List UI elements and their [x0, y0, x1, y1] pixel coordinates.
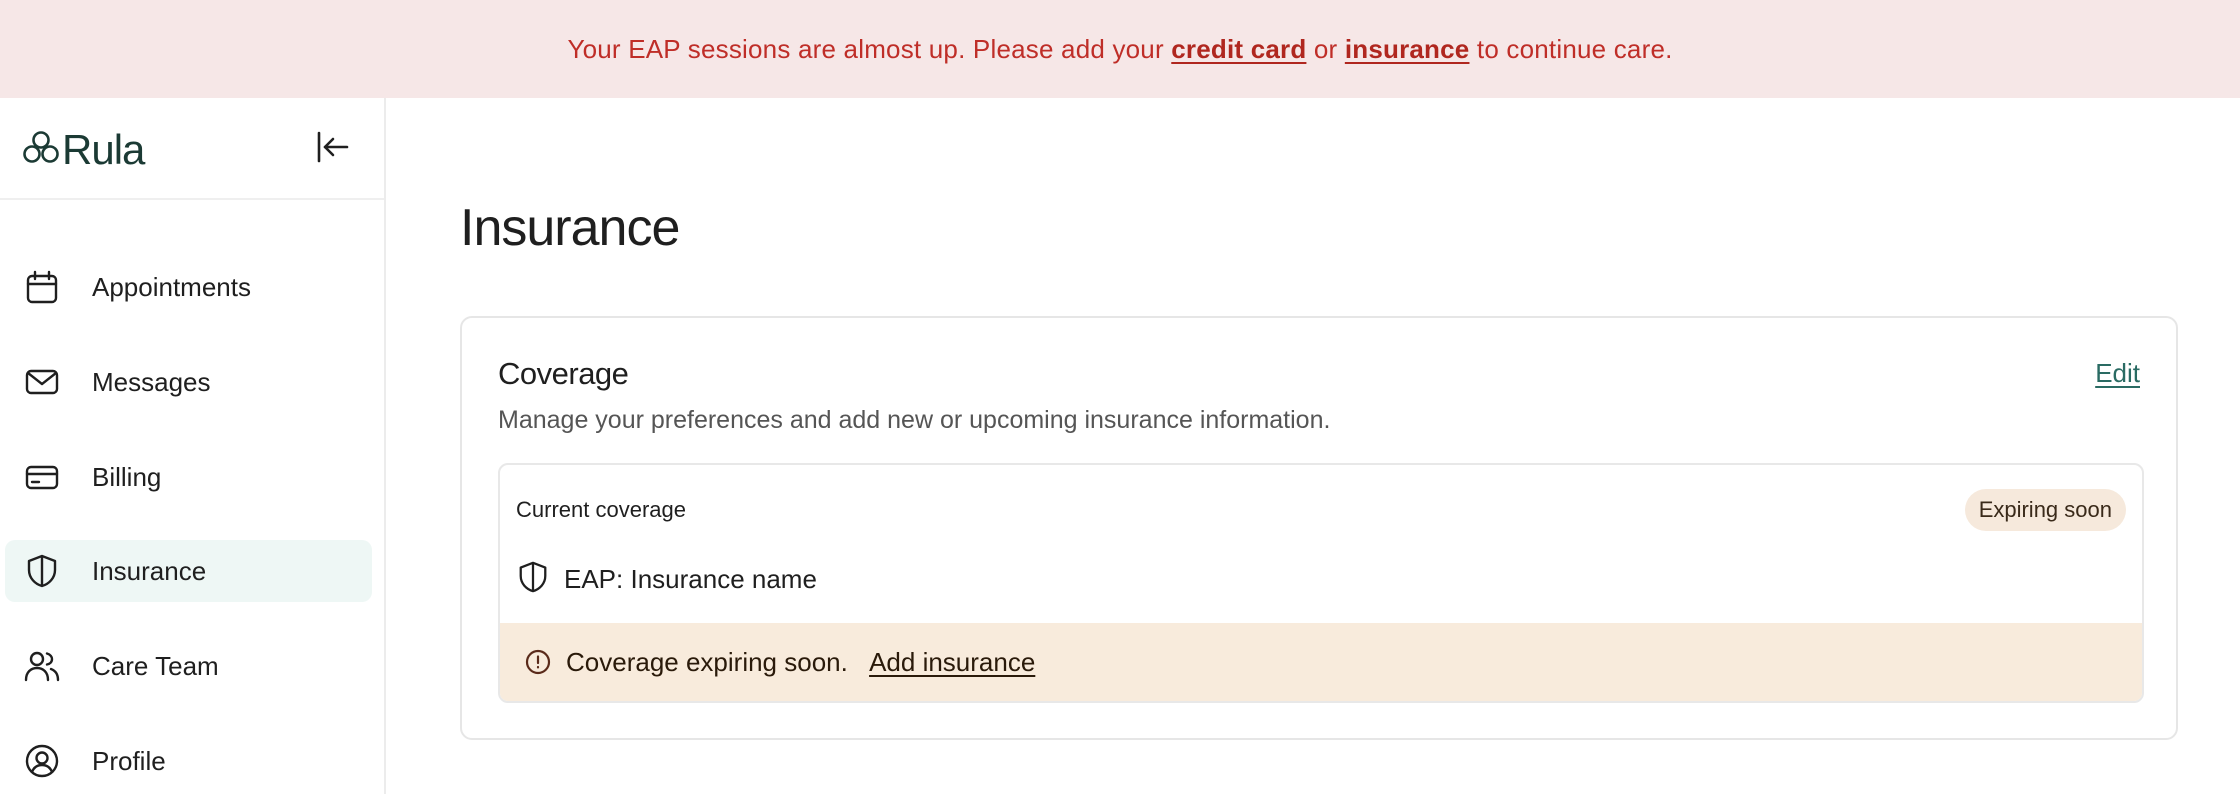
status-badge: Expiring soon [1964, 489, 2126, 531]
collapse-left-icon [315, 129, 351, 170]
alert-circle-icon [524, 648, 552, 676]
warning-text: Coverage expiring soon. [566, 646, 848, 677]
banner-credit-card-link[interactable]: credit card [1171, 34, 1306, 65]
calendar-icon [22, 267, 62, 307]
current-coverage-label: Current coverage [516, 497, 686, 522]
logo-text: Rula [62, 126, 145, 173]
mail-icon [22, 362, 62, 402]
sidebar-item-label: Messages [92, 366, 211, 397]
sidebar-item-insurance[interactable]: Insurance [5, 540, 372, 602]
collapse-sidebar-button[interactable] [312, 128, 354, 170]
card-description: Manage your preferences and add new or u… [498, 406, 1331, 434]
insurance-row: EAP: Insurance name [516, 559, 817, 600]
banner-text-before: Your EAP sessions are almost up. Please … [567, 33, 1164, 64]
sidebar-item-label: Insurance [92, 555, 207, 586]
sidebar-item-appointments[interactable]: Appointments [5, 256, 372, 318]
add-insurance-link[interactable]: Add insurance [869, 647, 1035, 678]
sidebar: Rula Appointments Messages Billing Insur… [0, 98, 386, 794]
main-content: Insurance Coverage Edit Manage your pref… [386, 98, 2240, 794]
edit-coverage-link[interactable]: Edit [2095, 358, 2140, 389]
user-circle-icon [22, 741, 62, 781]
sidebar-header: Rula [0, 98, 384, 200]
credit-card-icon [22, 457, 62, 497]
banner-text-or: or [1313, 33, 1338, 64]
sidebar-item-label: Care Team [92, 650, 219, 681]
sidebar-item-label: Profile [92, 745, 166, 776]
coverage-card: Coverage Edit Manage your preferences an… [460, 316, 2178, 740]
page-title: Insurance [460, 199, 680, 257]
current-coverage-panel: Current coverage Expiring soon EAP: Insu… [498, 463, 2144, 703]
sidebar-item-care-team[interactable]: Care Team [5, 635, 372, 697]
sidebar-item-label: Billing [92, 461, 162, 492]
banner-insurance-link[interactable]: insurance [1345, 34, 1470, 65]
coverage-warning: Coverage expiring soon. Add insurance [500, 623, 2142, 701]
sidebar-item-profile[interactable]: Profile [5, 730, 372, 792]
card-title: Coverage [498, 356, 629, 391]
banner-text-after: to continue care. [1476, 33, 1673, 64]
eap-warning-banner: Your EAP sessions are almost up. Please … [0, 0, 2240, 98]
logo[interactable]: Rula [22, 126, 145, 174]
shield-icon [22, 551, 62, 591]
logo-mark-icon [22, 130, 60, 171]
users-icon [22, 646, 62, 686]
sidebar-item-messages[interactable]: Messages [5, 351, 372, 413]
shield-icon [516, 559, 550, 600]
sidebar-item-billing[interactable]: Billing [5, 446, 372, 508]
sidebar-item-label: Appointments [92, 271, 251, 302]
insurance-name: EAP: Insurance name [564, 564, 817, 594]
